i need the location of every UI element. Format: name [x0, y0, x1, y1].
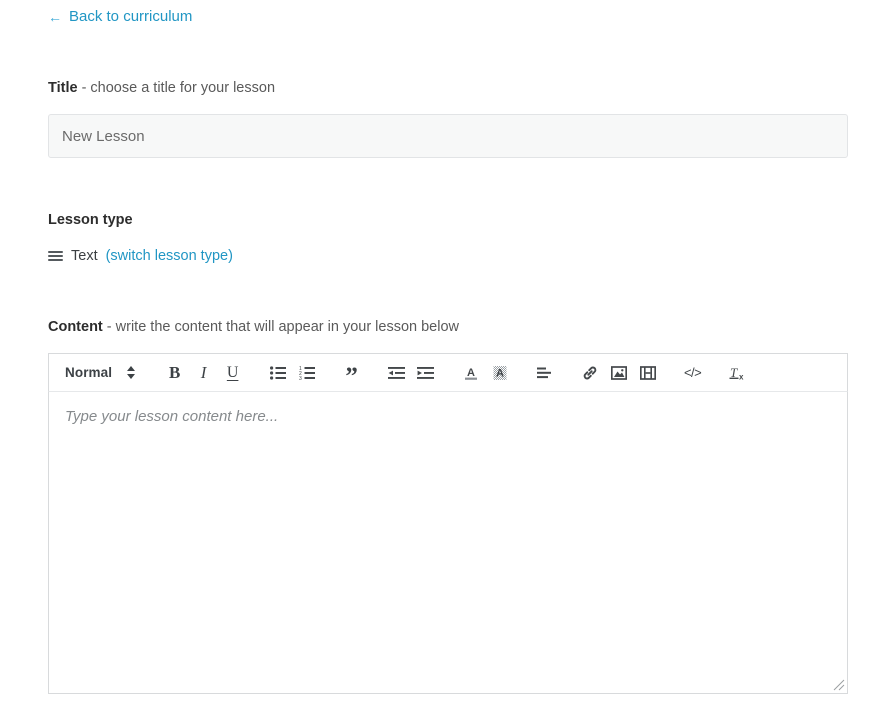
content-label-hint: - write the content that will appear in … [102, 319, 460, 335]
code-block-button[interactable]: </> [678, 359, 707, 387]
highlight-color-button[interactable]: A [485, 359, 514, 387]
switch-lesson-type-link[interactable]: (switch lesson type) [106, 246, 233, 266]
toolbar-group-align [530, 359, 559, 387]
outdent-button[interactable] [382, 359, 411, 387]
back-to-curriculum-link[interactable]: ← Back to curriculum [48, 7, 192, 27]
text-color-icon: A [464, 367, 477, 380]
content-field-label: Content - write the content that will ap… [48, 317, 459, 337]
content-label-bold: Content [48, 319, 103, 335]
lesson-type-heading-text: Lesson type [48, 212, 133, 228]
svg-text:A: A [467, 367, 475, 379]
italic-icon: I [200, 362, 207, 382]
indent-icon [417, 366, 435, 379]
numbered-list-icon: 1 2 3 [299, 366, 315, 380]
blockquote-button[interactable]: ” [337, 359, 366, 389]
link-button[interactable] [575, 359, 604, 387]
toolbar-group-code: </> [678, 359, 707, 387]
svg-text:3: 3 [299, 376, 302, 380]
bold-button[interactable]: B [160, 359, 189, 387]
editor-placeholder-text: Type your lesson content here... [65, 408, 279, 425]
align-button[interactable] [530, 359, 559, 387]
align-left-icon [536, 367, 551, 378]
highlight-color-icon: A [493, 365, 507, 380]
format-select-value: Normal [65, 365, 113, 380]
text-color-button[interactable]: A [456, 359, 485, 387]
title-label-hint: - choose a title for your lesson [77, 80, 276, 96]
title-field-label: Title - choose a title for your lesson [48, 78, 275, 98]
bold-icon: B [168, 362, 181, 382]
lesson-editor-page: ← Back to curriculum Title - choose a ti… [0, 0, 895, 705]
image-icon [610, 365, 627, 380]
format-select[interactable]: Normal [55, 359, 144, 387]
clear-formatting-icon: T x [729, 365, 744, 381]
toolbar-group-color: A A [456, 359, 514, 387]
code-icon: </> [683, 365, 702, 380]
rich-text-editor: Normal B I U 1 2 3 ” A A </> T x Type yo… [48, 353, 848, 694]
lesson-title-input[interactable] [48, 114, 848, 158]
link-icon [583, 366, 596, 379]
text-lines-icon [48, 251, 63, 261]
toolbar-group-indent [382, 359, 440, 387]
toolbar-group-media [575, 359, 662, 387]
numbered-list-button[interactable]: 1 2 3 [292, 359, 321, 387]
italic-button[interactable]: I [189, 359, 218, 387]
underline-button[interactable]: U [218, 359, 247, 387]
bullet-list-button[interactable] [263, 359, 292, 387]
editor-toolbar: Normal B I U 1 2 3 ” A A </> T x [48, 353, 848, 392]
toolbar-group-quote: ” [337, 359, 366, 389]
indent-button[interactable] [411, 359, 440, 387]
arrow-left-icon: ← [48, 9, 62, 25]
title-label-bold: Title [48, 80, 78, 96]
video-film-icon [639, 365, 656, 380]
clear-format-button[interactable]: T x [723, 359, 752, 387]
editor-resize-handle[interactable] [832, 678, 845, 691]
underline-icon: U [226, 363, 239, 381]
lesson-type-heading: Lesson type [48, 210, 133, 230]
toolbar-group-clear: T x [723, 359, 752, 387]
resize-grip-icon [833, 679, 845, 691]
bullet-list-icon [269, 365, 286, 380]
video-button[interactable] [633, 359, 662, 387]
svg-text:A: A [496, 367, 504, 379]
outdent-icon [388, 366, 406, 379]
back-to-curriculum-label: Back to curriculum [69, 8, 193, 25]
lesson-type-value: Text [71, 248, 98, 264]
stepper-updown-icon [126, 366, 136, 379]
editor-content-area[interactable]: Type your lesson content here... [48, 392, 848, 694]
toolbar-group-text-style: B I U [160, 359, 247, 387]
image-button[interactable] [604, 359, 633, 387]
lesson-type-row: Text (switch lesson type) [48, 246, 233, 266]
svg-text:x: x [739, 372, 744, 381]
toolbar-group-lists: 1 2 3 [263, 359, 321, 387]
